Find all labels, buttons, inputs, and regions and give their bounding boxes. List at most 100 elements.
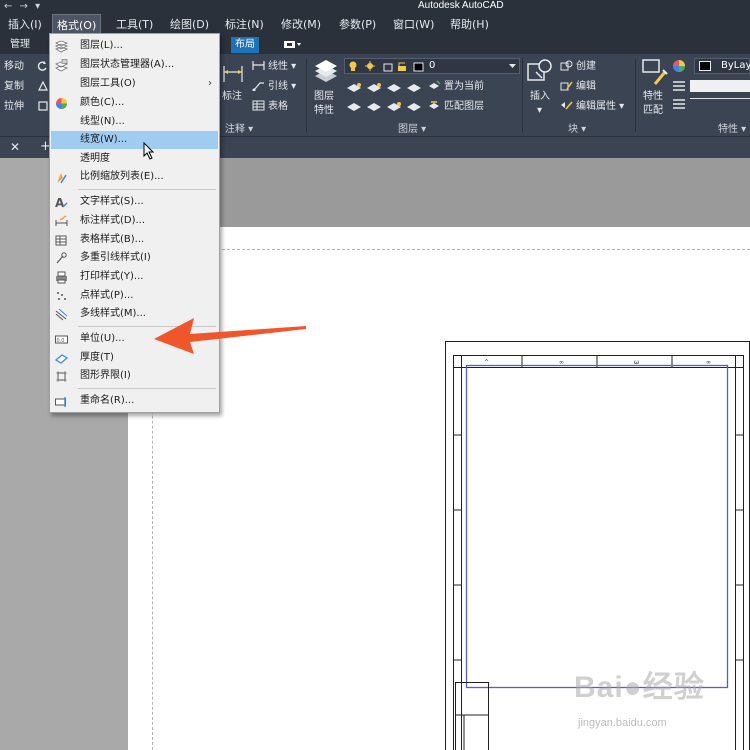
menu-item-label: 重命名(R)...	[80, 395, 135, 406]
match-layer-button[interactable]: 匹配图层	[428, 100, 484, 113]
linetype-icon[interactable]	[672, 98, 686, 110]
linear-dim-icon	[252, 61, 265, 70]
color-wheel-icon[interactable]	[672, 59, 686, 73]
rotate-icon[interactable]	[36, 60, 48, 72]
dimension-label: 标注	[222, 91, 242, 102]
annotation-panel-title[interactable]: 注释 ▾	[225, 120, 253, 135]
edit-block-icon	[560, 81, 573, 91]
insert-dropdown-arrow[interactable]: ▾	[537, 104, 542, 117]
app-title: Autodesk AutoCAD	[418, 0, 504, 11]
stretch-label: 拉伸	[4, 101, 24, 112]
menu-item-label: 多重引线样式(I)	[80, 252, 151, 263]
layer-dropdown[interactable]: 0	[344, 58, 520, 74]
layers-panel-title[interactable]: 图层 ▾	[398, 120, 426, 135]
menu-item-label: 颜色(C)...	[80, 97, 125, 108]
chevron-down-icon	[509, 64, 516, 68]
set-current-button[interactable]: 置为当前	[428, 80, 484, 93]
menu-item-text-style[interactable]: A 文字样式(S)...	[51, 193, 218, 211]
insert-block-icon[interactable]	[526, 58, 554, 86]
edit-block-button[interactable]: 编辑	[560, 80, 596, 93]
menu-parametric[interactable]: 参数(P)	[335, 14, 380, 36]
menu-item-layer-state-manager[interactable]: 图层状态管理器(A)...	[51, 56, 218, 74]
match-properties-label-1: 特性	[643, 91, 663, 102]
menu-modify[interactable]: 修改(M)	[277, 14, 325, 36]
menu-item-transparency[interactable]: 透明度	[51, 150, 218, 168]
current-layer-name: 0	[429, 60, 436, 71]
insert-button[interactable]: 插入	[530, 90, 550, 103]
svg-text:0.0: 0.0	[57, 338, 65, 344]
copy-label: 复制	[4, 81, 24, 92]
menu-item-layer-tools[interactable]: 图层工具(O) ›	[51, 75, 218, 93]
leader-label: 引线	[268, 81, 288, 92]
menu-dimension[interactable]: 标注(N)	[221, 14, 268, 36]
mirror-icon[interactable]	[37, 80, 49, 92]
linetype-dropdown[interactable]	[690, 98, 750, 108]
menu-item-label: 图层(L)...	[80, 40, 123, 51]
layer-tools-icons[interactable]	[346, 80, 424, 114]
point-style-icon	[57, 292, 66, 300]
menu-item-linetype[interactable]: 线型(N)...	[51, 113, 218, 131]
color-swatch-icon	[699, 61, 711, 71]
tab-manage[interactable]: 管理	[6, 37, 34, 53]
menu-item-mleader-style[interactable]: 多重引线样式(I)	[51, 249, 218, 267]
printable-area-border-top	[152, 249, 750, 250]
create-block-button[interactable]: 创建	[560, 60, 596, 73]
leader-button[interactable]: 引线 ▾	[252, 80, 296, 93]
move-button[interactable]: 移动	[4, 60, 24, 73]
text-style-icon: A	[55, 196, 68, 209]
panel-separator	[522, 58, 523, 132]
insert-label: 插入	[530, 91, 550, 102]
table-label: 表格	[268, 101, 288, 112]
block-panel-title[interactable]: 块 ▾	[568, 120, 586, 135]
menu-help[interactable]: 帮助(H)	[446, 14, 493, 36]
stretch-button[interactable]: 拉伸	[4, 100, 24, 113]
menu-insert[interactable]: 插入(I)	[4, 14, 46, 36]
menu-item-limits[interactable]: 图形界限(I)	[51, 367, 218, 385]
match-properties-icon[interactable]	[641, 58, 669, 86]
scale-icon[interactable]	[37, 100, 49, 112]
menu-item-color[interactable]: 颜色(C)...	[51, 94, 218, 112]
menu-item-label: 线型(N)...	[80, 116, 125, 127]
edit-label: 编辑	[576, 81, 596, 92]
menu-item-layer[interactable]: 图层(L)...	[51, 37, 218, 55]
watermark-logo: Bai●经验	[574, 671, 705, 704]
table-icon	[252, 100, 265, 111]
menu-item-table-style[interactable]: 表格样式(B)...	[51, 231, 218, 249]
linear-dim-button[interactable]: 线性 ▾	[252, 60, 296, 73]
set-current-icon	[429, 80, 441, 89]
display-toggle-icon[interactable]	[283, 39, 303, 50]
lineweight-icon[interactable]	[672, 80, 686, 92]
match-properties-label-2: 匹配	[643, 105, 663, 116]
menu-window[interactable]: 窗口(W)	[389, 14, 438, 36]
copy-button[interactable]: 复制	[4, 80, 24, 93]
edit-attributes-button[interactable]: 编辑属性 ▾	[560, 100, 624, 113]
dimension-button[interactable]: 标注	[222, 90, 242, 103]
rename-icon	[55, 397, 66, 407]
menu-separator	[78, 189, 216, 190]
color-dropdown[interactable]: ByLay	[694, 58, 750, 74]
menu-item-lineweight[interactable]: 线宽(W)...	[51, 131, 218, 149]
leader-icon	[252, 82, 264, 91]
menu-item-label: 多线样式(M)...	[80, 308, 146, 319]
quick-access-toolbar[interactable]: ← → ▾	[4, 1, 42, 12]
properties-panel-title[interactable]: 特性 ▾	[718, 120, 746, 135]
move-label: 移动	[4, 61, 24, 72]
menu-item-label: 点样式(P)...	[80, 290, 134, 301]
dimension-icon[interactable]	[222, 62, 244, 84]
menu-item-dim-style[interactable]: 标注样式(D)...	[51, 212, 218, 230]
table-button[interactable]: 表格	[252, 100, 288, 113]
layer-properties-icon[interactable]	[312, 58, 340, 86]
match-layer-label: 匹配图层	[444, 101, 484, 112]
color-wheel-icon	[56, 98, 67, 109]
menu-item-label: 打印样式(Y)...	[80, 271, 144, 282]
tab-layout[interactable]: 布局	[231, 37, 259, 53]
menu-item-rename[interactable]: 重命名(R)...	[51, 392, 218, 410]
menu-item-label: 单位(U)...	[80, 333, 125, 344]
menu-separator	[78, 388, 216, 389]
close-icon[interactable]: ✕	[10, 140, 20, 154]
menu-item-plot-style[interactable]: 打印样式(Y)...	[51, 268, 218, 286]
menu-item-scale-list[interactable]: 比例缩放列表(E)...	[51, 168, 218, 186]
match-layer-icon	[429, 101, 439, 109]
lineweight-dropdown[interactable]	[690, 80, 750, 92]
menu-item-point-style[interactable]: 点样式(P)...	[51, 287, 218, 305]
